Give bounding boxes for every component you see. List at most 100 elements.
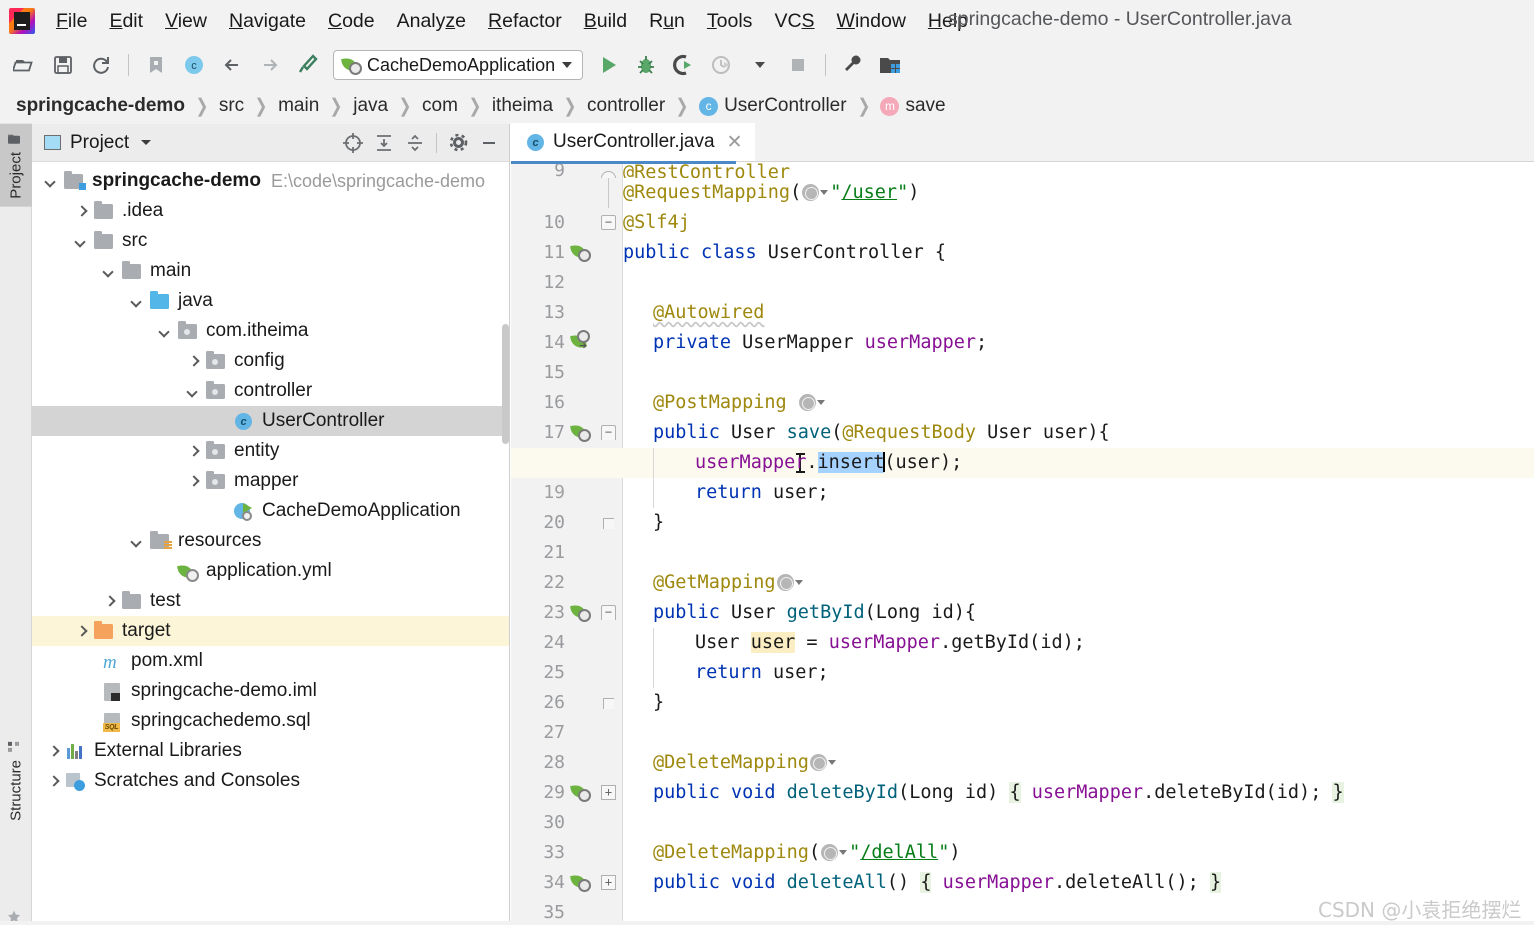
spring-endpoint-icon[interactable]: [571, 424, 591, 442]
code-line-13[interactable]: 13: [511, 268, 1534, 323]
project-scrollbar-thumb[interactable]: [502, 324, 509, 444]
chevron-down-icon[interactable]: [130, 534, 145, 549]
breadcrumb-item-main[interactable]: main: [278, 95, 319, 117]
tree-item-src[interactable]: src: [32, 226, 509, 256]
tree-item-pom-xml[interactable]: m pom.xml: [32, 646, 509, 676]
tree-item-target[interactable]: target: [32, 616, 509, 646]
rail-tab-project[interactable]: Project: [0, 124, 32, 207]
profiler-icon[interactable]: [707, 50, 737, 80]
code-line-25[interactable]: 25 User user = userMapper.getById(id);: [511, 628, 1534, 683]
tree-item-test[interactable]: test: [32, 586, 509, 616]
menu-item-analyze[interactable]: Analyze: [386, 6, 477, 36]
code-line-23[interactable]: 23 @GetMapping: [511, 568, 1534, 623]
sync-refresh-icon[interactable]: [86, 50, 116, 80]
menu-item-build[interactable]: Build: [573, 6, 638, 36]
code-line-28[interactable]: 28: [511, 718, 1534, 773]
code-line-34[interactable]: 34 @DeleteMapping("/delAll"): [511, 838, 1534, 893]
breadcrumb-item-controller[interactable]: controller: [587, 95, 665, 117]
collapse-all-icon[interactable]: [401, 129, 429, 157]
code-line-9[interactable]: 9 @RestController: [511, 162, 1534, 178]
code-line-18[interactable]: 18 − public User save(@RequestBody User …: [511, 418, 1534, 473]
forward-arrow-icon[interactable]: [255, 50, 285, 80]
tree-item-main[interactable]: main: [32, 256, 509, 286]
tree-item-config[interactable]: config: [32, 346, 509, 376]
code-line-29[interactable]: 29 @DeleteMapping: [511, 748, 1534, 803]
hide-panel-icon[interactable]: [475, 129, 503, 157]
fold-marker-end[interactable]: [603, 698, 614, 709]
tree-item-entity[interactable]: entity: [32, 436, 509, 466]
fold-marker-collapse[interactable]: −: [601, 215, 616, 230]
spring-endpoint-icon[interactable]: [571, 784, 591, 802]
breadcrumb-item-project[interactable]: springcache-demo: [16, 95, 185, 117]
spring-endpoint-icon[interactable]: [571, 874, 591, 892]
breadcrumb-item-usercontroller[interactable]: c UserController: [699, 95, 847, 117]
spring-bean-icon[interactable]: [571, 244, 591, 262]
menu-item-tools[interactable]: Tools: [696, 6, 764, 36]
code-editor[interactable]: 9 @RestController 10 @RequestMapping("/u…: [511, 162, 1534, 925]
tree-item-cachedemoapplication[interactable]: CacheDemoApplication: [32, 496, 509, 526]
breadcrumb-item-com[interactable]: com: [422, 95, 458, 117]
select-opened-file-icon[interactable]: [339, 129, 367, 157]
code-line-22[interactable]: 22: [511, 538, 1534, 593]
profiler-dropdown-icon[interactable]: [745, 50, 775, 80]
run-with-coverage-icon[interactable]: [669, 50, 699, 80]
stop-icon[interactable]: [783, 50, 813, 80]
menu-item-refactor[interactable]: Refactor: [477, 6, 573, 36]
tree-item-application-yml[interactable]: application.yml: [32, 556, 509, 586]
class-navigate-icon[interactable]: c: [179, 50, 209, 80]
chevron-right-icon[interactable]: [74, 204, 89, 219]
close-icon[interactable]: ✕: [727, 133, 743, 152]
code-line-16[interactable]: 16: [511, 358, 1534, 413]
code-line-12[interactable]: 12 public class UserController {: [511, 238, 1534, 293]
settings-wrench-icon[interactable]: [838, 50, 868, 80]
code-line-20[interactable]: 20 return user;: [511, 478, 1534, 533]
menu-item-navigate[interactable]: Navigate: [218, 6, 317, 36]
settings-gear-icon[interactable]: [444, 129, 472, 157]
chevron-down-icon[interactable]: [562, 62, 573, 68]
fold-marker-collapse[interactable]: −: [601, 605, 616, 620]
code-line-10[interactable]: 10 @RequestMapping("/user"): [511, 178, 1534, 233]
chevron-right-icon[interactable]: [186, 474, 201, 489]
code-line-11[interactable]: 11 − @Slf4j: [511, 208, 1534, 263]
chevron-right-icon[interactable]: [46, 774, 61, 789]
tree-item-com-itheima[interactable]: com.itheima: [32, 316, 509, 346]
tree-item-java[interactable]: java: [32, 286, 509, 316]
tree-item-springcache-demo[interactable]: springcache-demo E:\code\springcache-dem…: [32, 166, 509, 196]
chevron-down-icon[interactable]: [102, 264, 117, 279]
spring-endpoint-icon[interactable]: [571, 604, 591, 622]
chevron-down-icon[interactable]: [44, 174, 59, 189]
fold-marker-expand[interactable]: +: [601, 785, 616, 800]
chevron-down-icon[interactable]: [139, 134, 153, 152]
breadcrumb-item-itheima[interactable]: itheima: [492, 95, 553, 117]
code-line-15[interactable]: 15 private UserMapper userMapper;: [511, 328, 1534, 383]
code-line-26[interactable]: 26 return user;: [511, 658, 1534, 713]
code-line-19[interactable]: 19 userMapper.insert(user);: [511, 448, 1534, 503]
rail-tab-structure[interactable]: Structure: [0, 732, 32, 829]
tree-item-controller[interactable]: controller: [32, 376, 509, 406]
tree-item-idea[interactable]: .idea: [32, 196, 509, 226]
code-line-33[interactable]: 33: [511, 808, 1534, 863]
chevron-right-icon[interactable]: [74, 624, 89, 639]
fold-marker[interactable]: [601, 171, 616, 178]
editor-vertical-scrollbar[interactable]: [1520, 200, 1534, 925]
fold-marker-end[interactable]: [603, 518, 614, 529]
menu-item-vcs[interactable]: VCS: [763, 6, 825, 36]
code-line-14[interactable]: 14 @Autowired: [511, 298, 1534, 353]
chevron-right-icon[interactable]: [46, 744, 61, 759]
menu-item-edit[interactable]: Edit: [98, 6, 154, 36]
open-project-icon[interactable]: [10, 50, 40, 80]
tree-item-mapper[interactable]: mapper: [32, 466, 509, 496]
menu-item-code[interactable]: Code: [317, 6, 386, 36]
tree-item-usercontroller[interactable]: c UserController: [32, 406, 509, 436]
code-line-21[interactable]: 21 }: [511, 508, 1534, 563]
chevron-down-icon[interactable]: [186, 384, 201, 399]
menu-item-run[interactable]: Run: [638, 6, 696, 36]
editor-tab-usercontroller[interactable]: c UserController.java ✕: [511, 123, 755, 161]
tree-item-resources[interactable]: resources: [32, 526, 509, 556]
chevron-right-icon[interactable]: [186, 354, 201, 369]
chevron-down-icon[interactable]: [158, 324, 173, 339]
fold-marker-expand[interactable]: +: [601, 875, 616, 890]
project-structure-icon[interactable]: [876, 50, 906, 80]
menu-item-window[interactable]: Window: [826, 6, 917, 36]
tree-item-sql[interactable]: springcachedemo.sql: [32, 706, 509, 736]
